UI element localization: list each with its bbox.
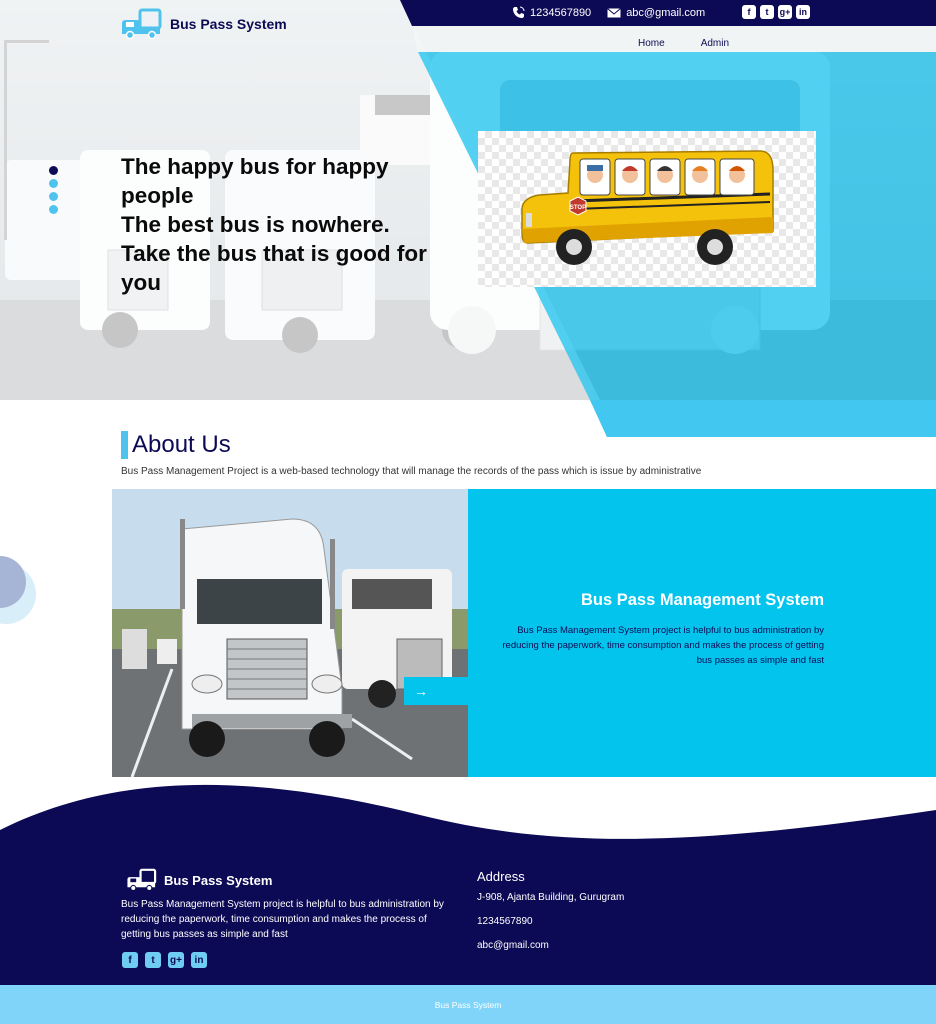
svg-text:STOP: STOP — [570, 205, 586, 211]
mail-icon — [607, 7, 622, 17]
next-arrow-button[interactable]: → — [404, 677, 468, 705]
school-bus-image: STOP — [478, 131, 816, 287]
phone-icon — [513, 6, 525, 18]
hero-line-1: The happy bus for happy people — [121, 154, 389, 208]
linkedin-icon[interactable]: in — [796, 5, 810, 19]
phone-number: 1234567890 — [530, 6, 592, 19]
facebook-icon[interactable]: f — [742, 5, 756, 19]
copyright-text: Bus Pass System — [434, 999, 502, 1010]
hero-line-2: The best bus is nowhere. — [121, 212, 390, 237]
header-social-links: f t g+ in — [742, 5, 810, 19]
hero-section: Bus Pass System 1234567890 abc@gmail.com… — [0, 0, 936, 437]
footer-social-links: f t g+ in — [122, 952, 207, 968]
footer-facebook-icon[interactable]: f — [122, 952, 138, 968]
feature-description: Bus Pass Management System project is he… — [502, 625, 824, 666]
footer-phone[interactable]: 1234567890 — [477, 916, 533, 927]
nav-admin[interactable]: Admin — [701, 38, 729, 49]
arrow-right-icon: → — [414, 683, 428, 699]
hero-headline: The happy bus for happy people The best … — [121, 152, 451, 297]
slide-dot-1[interactable] — [49, 166, 58, 175]
footer-email[interactable]: abc@gmail.com — [477, 940, 549, 951]
school-bus-illustration: STOP — [521, 150, 774, 265]
email-contact[interactable]: abc@gmail.com — [607, 7, 705, 19]
trucks-image — [112, 489, 468, 777]
brand-logo[interactable]: Bus Pass System — [120, 8, 287, 40]
about-description: Bus Pass Management Project is a web-bas… — [121, 466, 702, 477]
brand-name: Bus Pass System — [170, 16, 287, 32]
slider-indicators — [49, 166, 58, 214]
footer-google-plus-icon[interactable]: g+ — [168, 952, 184, 968]
google-plus-icon[interactable]: g+ — [778, 5, 792, 19]
footer-brand-name: Bus Pass System — [164, 872, 273, 888]
slide-dot-2[interactable] — [49, 179, 58, 188]
nav-home[interactable]: Home — [638, 38, 665, 49]
slide-dot-4[interactable] — [49, 205, 58, 214]
footer-address: J-908, Ajanta Building, Gurugram — [477, 892, 625, 903]
main-nav: Home Admin — [638, 38, 729, 49]
contact-bar: 1234567890 abc@gmail.com — [512, 6, 705, 19]
address-heading: Address — [477, 869, 525, 884]
twitter-icon[interactable]: t — [760, 5, 774, 19]
trucks-photo — [112, 489, 468, 777]
footer-linkedin-icon[interactable]: in — [191, 952, 207, 968]
truck-logo-icon — [122, 8, 162, 40]
phone-contact[interactable]: 1234567890 — [512, 6, 591, 19]
hero-line-3: Take the bus that is good for you — [121, 241, 427, 295]
footer-description: Bus Pass Management System project is he… — [121, 899, 444, 940]
footer-brand[interactable]: Bus Pass System — [126, 868, 272, 892]
copyright-bar: Bus Pass System — [0, 985, 936, 1024]
heading-accent-bar — [121, 431, 128, 459]
footer-truck-logo-icon — [127, 868, 157, 892]
feature-title: Bus Pass Management System — [580, 591, 824, 609]
decorative-circles — [0, 556, 36, 624]
page: Bus Pass System 1234567890 abc@gmail.com… — [0, 0, 936, 1024]
feature-info-panel: Bus Pass Management System Bus Pass Mana… — [468, 489, 936, 777]
footer-twitter-icon[interactable]: t — [145, 952, 161, 968]
email-address: abc@gmail.com — [626, 6, 706, 19]
about-title: About Us — [132, 431, 231, 458]
about-heading: About Us — [121, 431, 231, 459]
feature-section: Bus Pass Management System Bus Pass Mana… — [112, 489, 936, 777]
slide-dot-3[interactable] — [49, 192, 58, 201]
